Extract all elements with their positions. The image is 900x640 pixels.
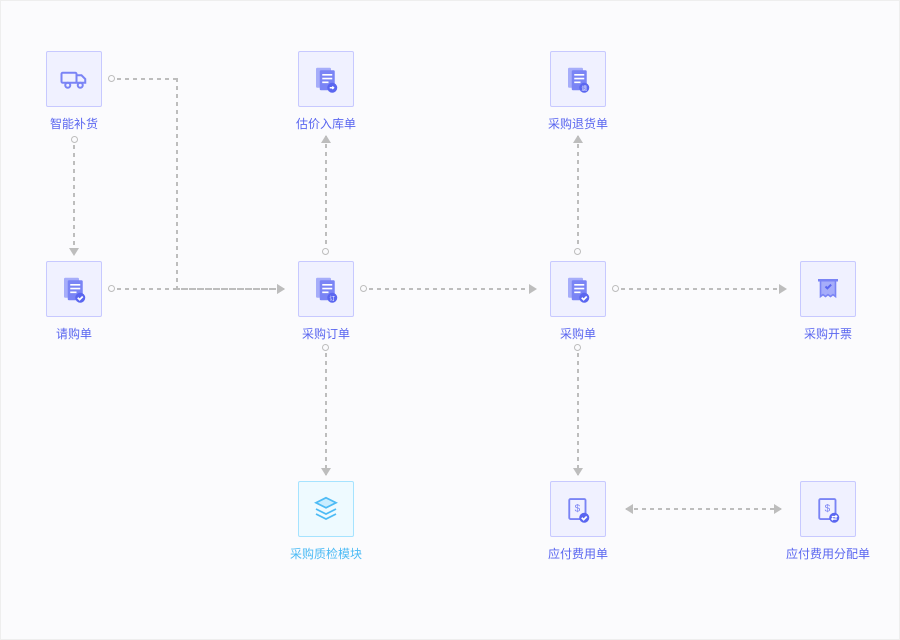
connector (621, 288, 786, 290)
connector-dot (322, 248, 329, 255)
connector (176, 78, 178, 290)
node-label: 智能补货 (50, 115, 98, 132)
connector-dot (574, 248, 581, 255)
node-payable-expense[interactable]: $ 应付费用单 (542, 481, 614, 562)
connector-dot (360, 285, 367, 292)
node-label: 采购订单 (302, 325, 350, 342)
doc-check-icon (46, 261, 102, 317)
connector (73, 145, 75, 255)
node-valuation-inbound[interactable]: 估价入库单 (290, 51, 362, 132)
connector (117, 78, 177, 80)
node-label: 估价入库单 (296, 115, 356, 132)
connector (117, 288, 284, 290)
connector-dot (71, 136, 78, 143)
node-label: 应付费用单 (548, 545, 608, 562)
connector (176, 288, 284, 290)
connector-dot (108, 75, 115, 82)
connector-dot (612, 285, 619, 292)
node-label: 采购质检模块 (290, 545, 362, 562)
doc-dollar-check-icon: $ (550, 481, 606, 537)
node-label: 采购退货单 (548, 115, 608, 132)
connector-dot (108, 285, 115, 292)
connector (325, 136, 327, 248)
doc-return-icon: 退 (550, 51, 606, 107)
node-label: 请购单 (56, 325, 92, 342)
node-label: 采购开票 (804, 325, 852, 342)
node-label: 应付费用分配单 (786, 545, 870, 562)
doc-arrow-icon (298, 51, 354, 107)
svg-text:$: $ (825, 504, 831, 515)
node-purchase-note[interactable]: 采购单 (542, 261, 614, 342)
svg-text:退: 退 (581, 84, 587, 92)
node-purchase-order[interactable]: 订 采购订单 (290, 261, 362, 342)
connector (369, 288, 536, 290)
svg-text:$: $ (575, 504, 581, 515)
layers-icon (298, 481, 354, 537)
connector (577, 353, 579, 475)
connector (577, 136, 579, 248)
doc-dollar-swap-icon: $ (800, 481, 856, 537)
node-purchase-request[interactable]: 请购单 (38, 261, 110, 342)
doc-order-icon: 订 (298, 261, 354, 317)
connector (626, 508, 781, 510)
node-smart-replenish[interactable]: 智能补货 (38, 51, 110, 132)
connector-dot (322, 344, 329, 351)
truck-icon (46, 51, 102, 107)
doc-check-icon (550, 261, 606, 317)
node-invoice[interactable]: 采购开票 (792, 261, 864, 342)
connector-dot (574, 344, 581, 351)
node-label: 采购单 (560, 325, 596, 342)
connector (325, 353, 327, 475)
receipt-icon (800, 261, 856, 317)
node-expense-alloc[interactable]: $ 应付费用分配单 (792, 481, 864, 562)
node-purchase-return[interactable]: 退 采购退货单 (542, 51, 614, 132)
svg-text:订: 订 (329, 295, 335, 302)
node-qc-module[interactable]: 采购质检模块 (290, 481, 362, 562)
